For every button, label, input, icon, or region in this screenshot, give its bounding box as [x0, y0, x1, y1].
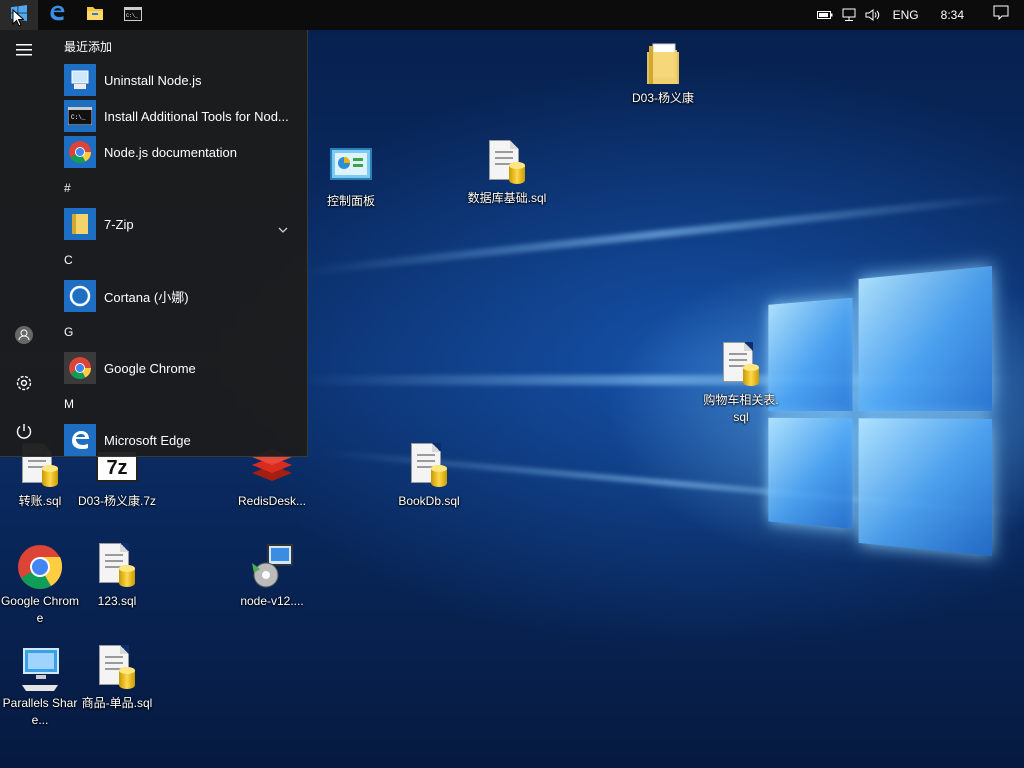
start-menu: 最近添加 Uninstall Node.js C:\_ Install Addi…	[0, 30, 308, 457]
chrome-icon	[64, 136, 96, 168]
sql-file-icon	[93, 543, 141, 591]
settings-icon	[15, 374, 33, 396]
language-indicator[interactable]: ENG	[885, 8, 927, 22]
desktop-icon-sql-file[interactable]: 123.sql	[77, 543, 157, 610]
app-item-uninstall-nodejs[interactable]: Uninstall Node.js	[56, 62, 308, 98]
desktop-icon-label: 购物车相关表.sql	[703, 393, 779, 424]
power-icon	[15, 422, 33, 444]
desktop-icon-label: BookDb.sql	[398, 494, 460, 508]
desktop-icon-label: RedisDesk...	[237, 494, 307, 508]
edge-icon	[48, 4, 66, 26]
taskbar-file-explorer-button[interactable]	[76, 0, 114, 30]
folder-icon	[639, 40, 687, 88]
network-icon[interactable]	[837, 0, 861, 30]
app-item-label: Google Chrome	[104, 360, 196, 376]
clock[interactable]: 8:34	[927, 8, 978, 22]
desktop-icon-label: 商品-单品.sql	[81, 696, 153, 710]
sql-file-icon	[93, 645, 141, 693]
file-explorer-icon	[86, 5, 104, 25]
taskbar: C:\_ ENG 8:34	[0, 0, 1024, 30]
chrome-icon	[16, 543, 64, 591]
start-menu-rail	[0, 30, 48, 456]
desktop-icon-folder[interactable]: D03-杨义康	[623, 40, 703, 107]
hamburger-menu-icon	[16, 41, 32, 60]
app-item-7zip[interactable]: 7-Zip	[56, 206, 308, 242]
desktop-icon-label: D03-杨义康.7z	[77, 494, 157, 508]
app-item-label: 7-Zip	[104, 216, 134, 232]
app-item-install-tools[interactable]: C:\_ Install Additional Tools for Nod...	[56, 98, 308, 134]
user-account-icon	[14, 325, 34, 349]
logo-pane	[768, 417, 853, 529]
installer-package-icon	[248, 543, 296, 591]
mouse-cursor-icon	[12, 8, 25, 31]
edge-icon	[64, 424, 96, 456]
app-item-label: Node.js documentation	[104, 144, 237, 160]
nodejs-uninstall-icon	[64, 64, 96, 96]
battery-icon[interactable]	[813, 0, 837, 30]
svg-text:C:\_: C:\_	[126, 13, 139, 19]
hamburger-menu-button[interactable]	[0, 30, 48, 70]
desktop-icon-label: Parallels Share...	[2, 696, 78, 727]
control-panel-icon	[327, 143, 375, 191]
desktop-icon-label: Google Chrome	[0, 594, 80, 625]
desktop-icon-sql-file[interactable]: 数据库基础.sql	[467, 140, 547, 207]
action-center-button[interactable]	[978, 0, 1024, 30]
desktop-icon-label: node-v12....	[240, 594, 304, 608]
app-item-label: Install Additional Tools for Nod...	[104, 108, 289, 124]
system-tray: ENG 8:34	[813, 0, 1024, 30]
sql-file-icon	[405, 443, 453, 491]
app-item-label: Cortana (小娜)	[104, 289, 189, 305]
svg-text:7z: 7z	[106, 457, 127, 479]
windows-logo-graphic	[768, 266, 992, 556]
chrome-icon	[64, 352, 96, 384]
desktop-icon-control-panel[interactable]: 控制面板	[311, 143, 391, 210]
desktop-icon-label: 控制面板	[326, 194, 375, 208]
user-account-button[interactable]	[0, 317, 48, 357]
app-item-microsoft-edge[interactable]: Microsoft Edge	[56, 422, 308, 458]
group-header[interactable]: #	[56, 170, 308, 206]
group-header[interactable]: M	[56, 386, 308, 422]
action-center-icon	[993, 5, 1009, 25]
app-item-nodejs-docs[interactable]: Node.js documentation	[56, 134, 308, 170]
parallels-shared-icon	[16, 645, 64, 693]
start-app-list: 最近添加 Uninstall Node.js C:\_ Install Addi…	[56, 30, 308, 458]
logo-pane	[858, 418, 992, 556]
sql-file-icon	[483, 140, 531, 188]
desktop-icon-sql-file[interactable]: BookDb.sql	[389, 443, 469, 510]
desktop-icon-chrome[interactable]: Google Chrome	[0, 543, 80, 627]
sql-file-icon	[717, 342, 765, 390]
chevron-down-icon[interactable]	[278, 218, 288, 237]
app-item-cortana[interactable]: Cortana (小娜)	[56, 278, 308, 314]
desktop-icon-label: 数据库基础.sql	[467, 191, 547, 205]
desktop-icon-label: 123.sql	[97, 594, 137, 608]
app-item-label: Uninstall Node.js	[104, 72, 202, 88]
group-header[interactable]: C	[56, 242, 308, 278]
recently-added-header: 最近添加	[64, 39, 113, 54]
desktop-icon-label: D03-杨义康	[631, 91, 694, 105]
app-item-google-chrome[interactable]: Google Chrome	[56, 350, 308, 386]
desktop-icon-label: 转账.sql	[18, 494, 62, 508]
cmd-console-icon: C:\_	[64, 100, 96, 132]
light-beam	[301, 192, 1019, 276]
desktop-icon-sql-file[interactable]: 商品-单品.sql	[77, 645, 157, 712]
app-item-label: Microsoft Edge	[104, 432, 191, 448]
settings-button[interactable]	[0, 365, 48, 405]
desktop-icon-sql-file[interactable]: 购物车相关表.sql	[701, 342, 781, 426]
power-button[interactable]	[0, 413, 48, 453]
taskbar-command-prompt-button[interactable]: C:\_	[114, 0, 152, 30]
command-prompt-icon: C:\_	[124, 6, 142, 25]
svg-text:C:\_: C:\_	[71, 114, 86, 121]
cortana-icon	[64, 280, 96, 312]
group-header[interactable]: G	[56, 314, 308, 350]
folder-icon	[64, 208, 96, 240]
desktop-icon-installer[interactable]: node-v12....	[232, 543, 312, 610]
volume-icon[interactable]	[861, 0, 885, 30]
desktop-icon-parallels[interactable]: Parallels Share...	[0, 645, 80, 729]
logo-pane	[858, 266, 992, 411]
taskbar-edge-button[interactable]	[38, 0, 76, 30]
